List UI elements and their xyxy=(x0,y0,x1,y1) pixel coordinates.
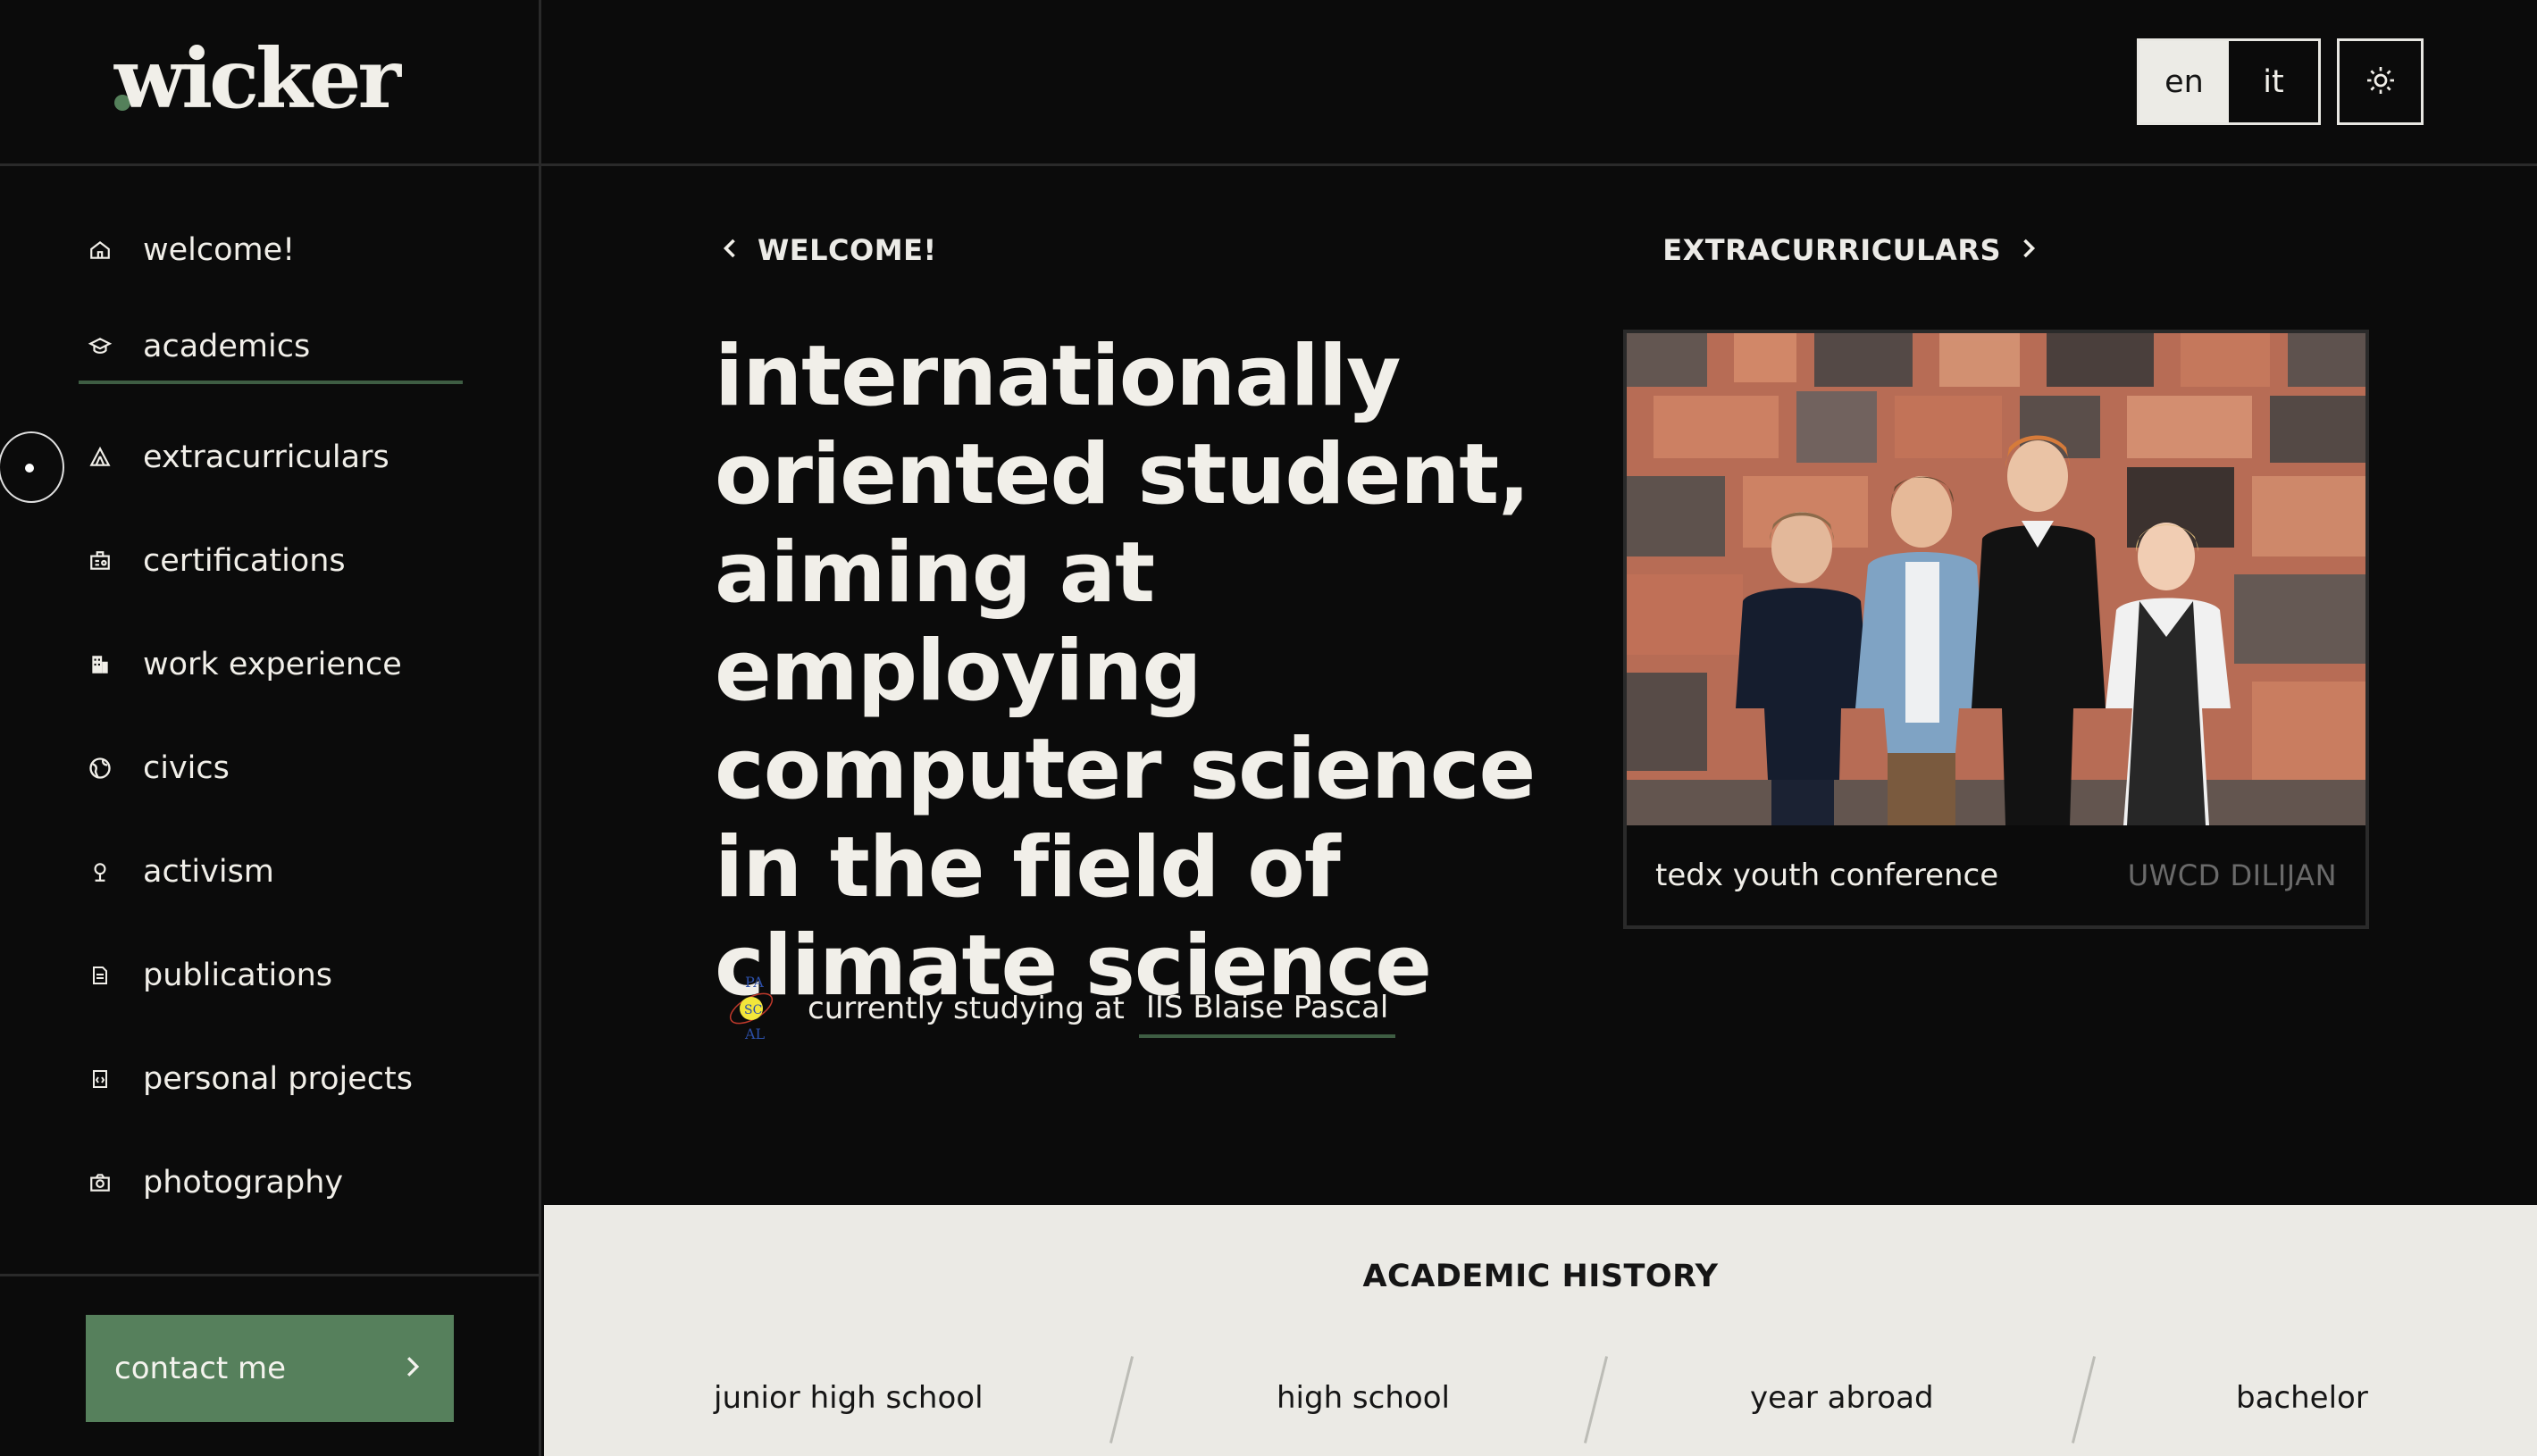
history-stage-year-abroad[interactable]: year abroad xyxy=(1750,1380,1934,1416)
page-headline: internationally oriented student, aiming… xyxy=(715,328,1536,1015)
history-stage-bachelor[interactable]: bachelor xyxy=(2236,1380,2368,1416)
sidebar-item-publications[interactable]: publications xyxy=(79,940,463,1011)
chevron-right-icon xyxy=(404,1355,422,1382)
academic-history-section: ACADEMIC HISTORY junior high school high… xyxy=(544,1205,2537,1456)
photo-caption-place: UWCD DILIJAN xyxy=(2127,858,2337,892)
school-link[interactable]: IIS Blaise Pascal xyxy=(1138,990,1396,1038)
language-switcher: en it xyxy=(2137,38,2321,125)
currently-studying: PA SC AL currently studying at IIS Blais… xyxy=(720,973,1396,1044)
history-divider xyxy=(1109,1356,1135,1443)
school-logo: PA SC AL xyxy=(720,973,783,1044)
history-stage-high-school[interactable]: high school xyxy=(1277,1380,1450,1416)
contact-area: contact me xyxy=(0,1274,541,1456)
sidebar-item-activism[interactable]: activism xyxy=(79,836,463,908)
academic-history-title: ACADEMIC HISTORY xyxy=(1362,1259,1719,1294)
top-bar: en it xyxy=(541,0,2537,166)
history-divider xyxy=(2071,1356,2097,1443)
sidebar-item-label: publications xyxy=(143,958,333,993)
next-page-link[interactable]: EXTRACURRICULARS xyxy=(1662,233,2037,267)
sidebar-item-label: academics xyxy=(143,329,311,364)
sidebar: wicker welcome! academics extracurricula… xyxy=(0,0,541,1456)
building-icon xyxy=(79,643,121,686)
photo-caption: tedx youth conference UWCD DILIJAN xyxy=(1627,825,2365,925)
tree-icon xyxy=(79,850,121,893)
group-photo xyxy=(1627,333,2365,825)
history-divider xyxy=(1583,1356,1609,1443)
sidebar-item-welcome[interactable]: welcome! xyxy=(79,214,463,286)
svg-text:PA: PA xyxy=(745,974,764,991)
sidebar-item-photography[interactable]: photography xyxy=(79,1147,463,1218)
sidebar-item-extracurriculars[interactable]: extracurriculars xyxy=(79,422,463,493)
sidebar-item-label: work experience xyxy=(143,647,402,682)
photo-card: tedx youth conference UWCD DILIJAN xyxy=(1623,330,2369,929)
home-icon xyxy=(79,229,121,272)
document-icon xyxy=(79,954,121,997)
graduation-cap-icon xyxy=(79,325,121,368)
sun-icon xyxy=(2365,64,2397,100)
sidebar-item-work-experience[interactable]: work experience xyxy=(79,629,463,700)
svg-text:AL: AL xyxy=(744,1025,766,1042)
sidebar-item-label: welcome! xyxy=(143,232,296,268)
sidebar-item-label: activism xyxy=(143,854,274,890)
sidebar-item-label: certifications xyxy=(143,543,346,579)
prev-page-label: WELCOME! xyxy=(758,233,937,267)
studying-prefix: currently studying at xyxy=(808,991,1125,1026)
globe-icon xyxy=(79,747,121,790)
language-option-it[interactable]: it xyxy=(2229,41,2318,122)
contact-button-label: contact me xyxy=(114,1351,287,1386)
next-page-label: EXTRACURRICULARS xyxy=(1662,233,2001,267)
theme-toggle-button[interactable] xyxy=(2337,38,2424,125)
site-logo[interactable]: wicker xyxy=(114,30,401,127)
cursor-indicator xyxy=(0,431,64,503)
sidebar-item-civics[interactable]: civics xyxy=(79,732,463,804)
main-content: WELCOME! EXTRACURRICULARS internationall… xyxy=(541,169,2537,1205)
certificate-icon xyxy=(79,540,121,582)
code-file-icon xyxy=(79,1058,121,1100)
sidebar-item-personal-projects[interactable]: personal projects xyxy=(79,1043,463,1115)
photo-caption-title: tedx youth conference xyxy=(1655,858,1999,893)
sidebar-item-label: extracurriculars xyxy=(143,439,389,475)
chevron-right-icon xyxy=(2001,233,2037,267)
svg-text:SC: SC xyxy=(744,1003,762,1017)
chevron-left-icon xyxy=(722,233,758,267)
logo-area: wicker xyxy=(0,0,541,166)
prev-page-link[interactable]: WELCOME! xyxy=(722,233,937,267)
contact-button[interactable]: contact me xyxy=(86,1315,454,1422)
language-option-en[interactable]: en xyxy=(2139,41,2229,122)
sidebar-item-academics[interactable]: academics xyxy=(79,313,463,384)
camera-icon xyxy=(79,1161,121,1204)
tent-icon xyxy=(79,436,121,479)
history-stage-junior-high[interactable]: junior high school xyxy=(714,1380,984,1416)
sidebar-item-label: civics xyxy=(143,750,230,786)
sidebar-item-certifications[interactable]: certifications xyxy=(79,525,463,597)
sidebar-item-label: photography xyxy=(143,1165,344,1201)
sidebar-item-label: personal projects xyxy=(143,1061,413,1097)
